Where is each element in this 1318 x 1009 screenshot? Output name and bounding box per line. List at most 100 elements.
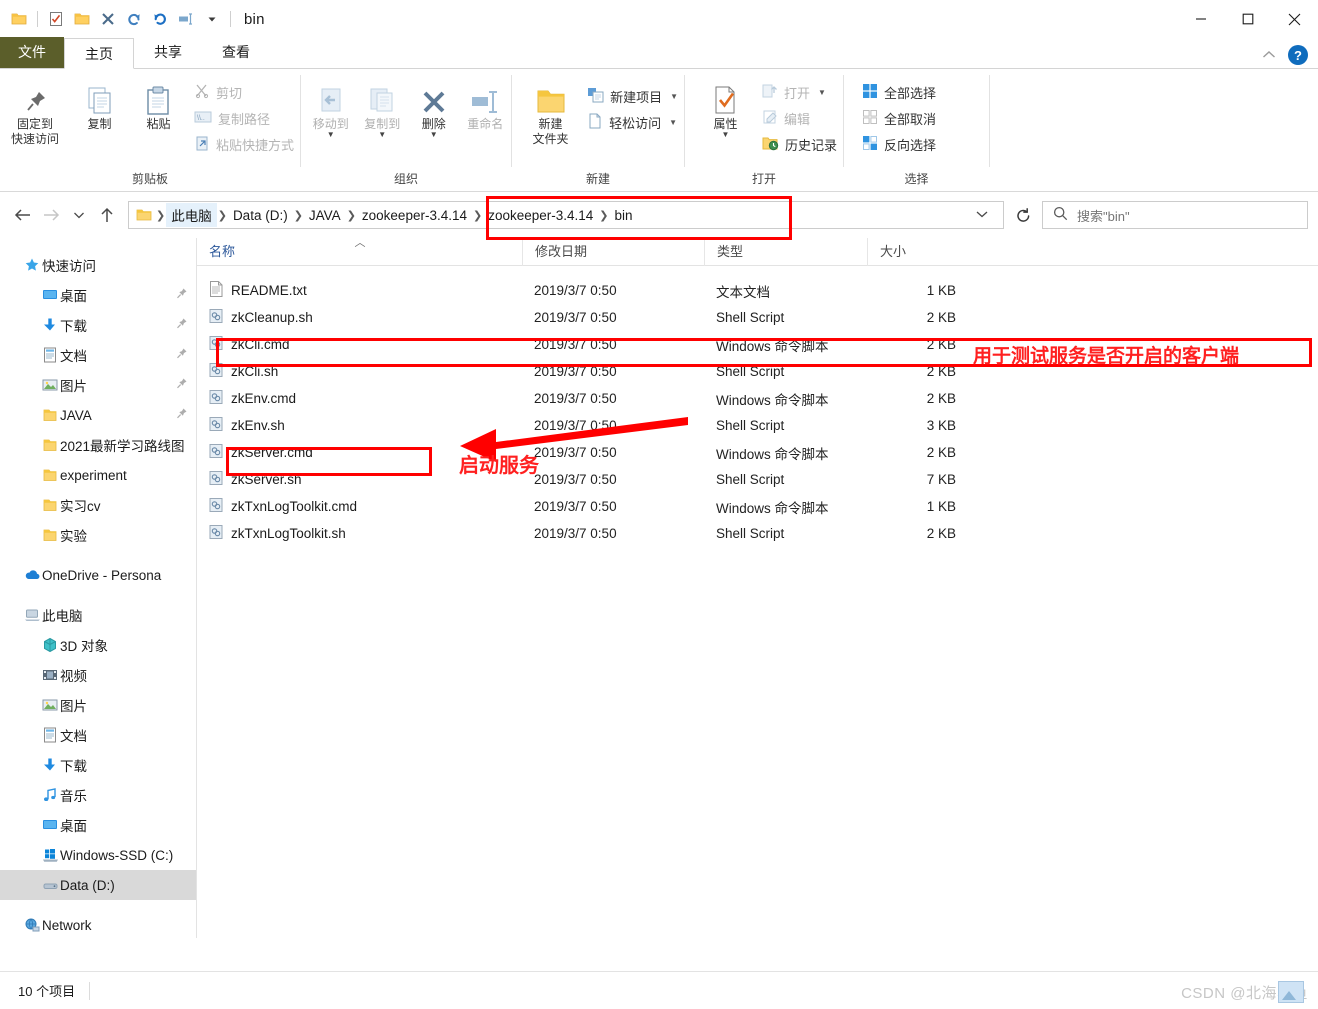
address-bar[interactable]: ❯ 此电脑 ❯ Data (D:) ❯ JAVA ❯ zookeeper-3.4… — [0, 192, 1318, 238]
file-name-cell[interactable]: zkCli.cmd — [197, 335, 522, 354]
table-row[interactable]: zkTxnLogToolkit.sh 2019/3/7 0:50 Shell S… — [197, 520, 1318, 547]
cut-button[interactable]: 剪切 — [188, 79, 300, 105]
sidebar-item-3d-objects[interactable]: 3D 对象 — [0, 630, 196, 660]
table-row[interactable]: zkCli.cmd 2019/3/7 0:50 Windows 命令脚本 2 K… — [197, 331, 1318, 358]
file-name-cell[interactable]: zkCleanup.sh — [197, 308, 522, 327]
delete-caret-icon[interactable]: ▼ — [430, 131, 438, 139]
pin-icon[interactable] — [175, 287, 188, 303]
move-to-button[interactable]: 移动到 ▼ — [305, 77, 357, 139]
column-headers[interactable]: 名称 ︿ 修改日期 类型 大小 — [197, 237, 1318, 266]
select-all-button[interactable]: 全部选择 — [856, 79, 942, 105]
ribbon[interactable]: 固定到 快速访问 复制 粘贴 剪切 \\.. 复制路径 粘贴快捷方式 剪贴板 移… — [0, 69, 1318, 192]
copy-to-caret-icon[interactable]: ▼ — [378, 131, 386, 139]
sidebar-section-onedrive[interactable]: OneDrive - Persona — [0, 560, 196, 590]
sidebar-item-2021-roadmap[interactable]: 2021最新学习路线图 — [0, 430, 196, 460]
file-name-cell[interactable]: zkTxnLogToolkit.cmd — [197, 497, 522, 516]
table-row[interactable]: zkCli.sh 2019/3/7 0:50 Shell Script 2 KB — [197, 358, 1318, 385]
redo-icon[interactable] — [121, 6, 147, 32]
table-row[interactable]: zkEnv.sh 2019/3/7 0:50 Shell Script 3 KB — [197, 412, 1318, 439]
tab-file[interactable]: 文件 — [0, 37, 64, 68]
sidebar-item-internship-cv[interactable]: 实习cv — [0, 490, 196, 520]
forward-arrow-icon[interactable] — [38, 202, 64, 228]
breadcrumb-item-data-d[interactable]: Data (D:) — [228, 206, 293, 225]
pin-icon[interactable] — [175, 317, 188, 333]
column-header-date[interactable]: 修改日期 — [522, 237, 704, 266]
properties-caret-icon[interactable]: ▼ — [722, 131, 730, 139]
sidebar-item-experiments[interactable]: 实验 — [0, 520, 196, 550]
sidebar-section-quick-access[interactable]: 快速访问 — [0, 250, 196, 280]
file-name-cell[interactable]: zkEnv.sh — [197, 416, 522, 435]
pin-icon[interactable] — [175, 407, 188, 423]
sidebar-item-windows-ssd-c[interactable]: Windows-SSD (C:) — [0, 840, 196, 870]
rename-icon[interactable] — [173, 6, 199, 32]
folder-icon[interactable] — [6, 6, 32, 32]
breadcrumb-separator[interactable]: ❯ — [217, 209, 228, 222]
table-row[interactable]: README.txt 2019/3/7 0:50 文本文档 1 KB — [197, 277, 1318, 304]
sidebar-item-downloads-pc[interactable]: 下载 — [0, 750, 196, 780]
help-icon[interactable]: ? — [1288, 45, 1308, 65]
file-name-cell[interactable]: zkServer.sh — [197, 470, 522, 489]
ribbon-tab-bar[interactable]: 文件 主页 共享 查看 ? — [0, 37, 1318, 69]
new-folder-button[interactable]: 新建 文件夹 — [520, 77, 581, 147]
sidebar-item-documents[interactable]: 文档 — [0, 340, 196, 370]
delete-icon[interactable] — [95, 6, 121, 32]
file-name-cell[interactable]: README.txt — [197, 281, 522, 300]
sidebar-item-documents-pc[interactable]: 文档 — [0, 720, 196, 750]
easy-access-caret-icon[interactable]: ▼ — [669, 118, 677, 127]
minimize-icon[interactable] — [1177, 0, 1224, 38]
new-item-caret-icon[interactable]: ▼ — [670, 92, 678, 101]
rename-button[interactable]: 重命名 — [460, 77, 512, 132]
sidebar-item-desktop[interactable]: 桌面 — [0, 280, 196, 310]
sidebar-item-music[interactable]: 音乐 — [0, 780, 196, 810]
delete-button[interactable]: 删除 ▼ — [408, 77, 460, 139]
refresh-icon[interactable] — [1006, 201, 1040, 229]
window-controls[interactable] — [1177, 0, 1318, 38]
up-arrow-icon[interactable] — [94, 202, 120, 228]
file-name-cell[interactable]: zkTxnLogToolkit.sh — [197, 524, 522, 543]
edit-button[interactable]: 编辑 — [756, 105, 843, 131]
column-header-name[interactable]: 名称 ︿ — [197, 237, 522, 266]
copy-to-button[interactable]: 复制到 ▼ — [357, 77, 409, 139]
tab-home[interactable]: 主页 — [64, 38, 134, 69]
file-name-cell[interactable]: zkServer.cmd — [197, 443, 522, 462]
quick-access-toolbar[interactable]: bin — [0, 6, 265, 32]
maximize-icon[interactable] — [1224, 0, 1271, 38]
table-row[interactable]: zkServer.sh 2019/3/7 0:50 Shell Script 7… — [197, 466, 1318, 493]
sidebar-item-java[interactable]: JAVA — [0, 400, 196, 430]
table-row[interactable]: zkServer.cmd 2019/3/7 0:50 Windows 命令脚本 … — [197, 439, 1318, 466]
column-header-type[interactable]: 类型 — [704, 237, 867, 266]
pin-to-quick-access-button[interactable]: 固定到 快速访问 — [0, 77, 70, 147]
sidebar-item-data-d[interactable]: Data (D:) — [0, 870, 196, 900]
recent-locations-icon[interactable] — [66, 202, 92, 228]
open-button[interactable]: 打开 ▼ — [756, 79, 843, 105]
file-list-pane[interactable]: 名称 ︿ 修改日期 类型 大小 README.txt 2019/3/7 0:50… — [197, 237, 1318, 938]
file-name-cell[interactable]: zkCli.sh — [197, 362, 522, 381]
chevron-down-icon[interactable] — [965, 208, 999, 223]
sidebar-item-pictures[interactable]: 图片 — [0, 370, 196, 400]
sidebar-item-pictures-pc[interactable]: 图片 — [0, 690, 196, 720]
pin-icon[interactable] — [175, 347, 188, 363]
customize-dropdown-icon[interactable] — [199, 6, 225, 32]
breadcrumb-separator[interactable]: ❯ — [598, 209, 609, 222]
breadcrumb-separator[interactable]: ❯ — [293, 209, 304, 222]
paste-button[interactable]: 粘贴 — [129, 77, 188, 132]
breadcrumb-separator[interactable]: ❯ — [472, 209, 483, 222]
sidebar-section-this-pc[interactable]: 此电脑 — [0, 600, 196, 630]
breadcrumb-item-zookeeper-outer[interactable]: zookeeper-3.4.14 — [357, 206, 472, 225]
sidebar-item-experiment[interactable]: experiment — [0, 460, 196, 490]
back-arrow-icon[interactable] — [10, 202, 36, 228]
history-button[interactable]: 历史记录 — [756, 131, 843, 157]
tab-view[interactable]: 查看 — [202, 37, 270, 68]
breadcrumb-item-java[interactable]: JAVA — [304, 206, 346, 225]
invert-selection-button[interactable]: 反向选择 — [856, 131, 942, 157]
paste-shortcut-button[interactable]: 粘贴快捷方式 — [188, 131, 300, 157]
move-to-caret-icon[interactable]: ▼ — [327, 131, 335, 139]
breadcrumb-item-bin[interactable]: bin — [610, 206, 638, 225]
new-folder-icon[interactable] — [69, 6, 95, 32]
column-header-size[interactable]: 大小 — [867, 237, 972, 266]
sidebar-item-downloads[interactable]: 下载 — [0, 310, 196, 340]
chevron-up-icon[interactable] — [1262, 48, 1276, 63]
close-icon[interactable] — [1271, 0, 1318, 38]
file-name-cell[interactable]: zkEnv.cmd — [197, 389, 522, 408]
table-row[interactable]: zkCleanup.sh 2019/3/7 0:50 Shell Script … — [197, 304, 1318, 331]
